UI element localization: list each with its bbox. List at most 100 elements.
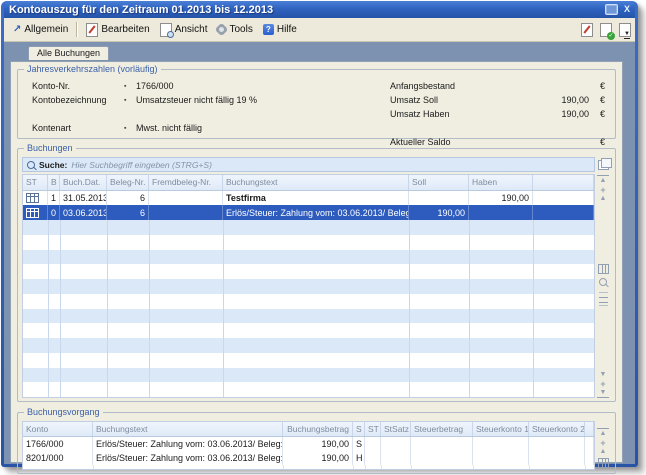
field-value: Umsatzsteuer nicht fällig 19 % [136,95,257,105]
summary-row-aktueller-saldo: Aktueller Saldo € [390,135,605,149]
export-button[interactable] [619,23,631,37]
field-value: 1766/000 [136,81,174,91]
cell-s: H [353,451,365,465]
cell-konto: 8201/000 [23,451,93,465]
cell-fremdbeleg [149,191,223,206]
bullet-icon: ▪ [124,97,136,104]
bookings-group-title: Buchungen [24,143,76,154]
arrow-ne-icon: ↗ [13,25,21,35]
empty-area [23,465,594,469]
col-header-buchungsbetrag[interactable]: Buchungsbetrag [283,422,353,436]
menu-bar: ↗ Allgemein Bearbeiten Ansicht Tools ? H… [4,18,635,42]
col-header-buchungstext[interactable]: Buchungstext [223,175,409,190]
grid-search-icon[interactable] [599,278,607,286]
transaction-row[interactable]: 1766/000 Erlös/Steuer: Zahlung vom: 03.0… [23,437,594,451]
tab-strip: Alle Buchungen [10,46,623,61]
col-header-steuerkonto1[interactable]: Steuerkonto 1 [473,422,529,436]
transaction-group-title: Buchungsvorgang [24,407,103,418]
col-header-buchdat[interactable]: Buch.Dat. [60,175,107,190]
menu-allgemein[interactable]: ↗ Allgemein [8,22,73,37]
window-titlebar[interactable]: Kontoauszug für den Zeitraum 01.2013 bis… [4,1,635,18]
field-value: Mwst. nicht fällig [136,123,202,133]
close-icon[interactable]: X [624,5,630,14]
summary-row-anfangsbestand: Anfangsbestand € [390,79,605,93]
help-icon: ? [263,24,274,35]
col-header-blank[interactable] [533,175,594,190]
col-header-st[interactable]: ST [23,175,48,190]
menu-ansicht[interactable]: Ansicht [155,21,213,39]
report-button[interactable] [581,23,593,37]
booking-row-selected[interactable]: 0 03.06.2013 6 Erlös/Steuer: Zahlung vom… [23,205,594,220]
confirm-button[interactable] [600,23,612,37]
cell-st [23,205,48,220]
transaction-row[interactable]: 8201/000 Erlös/Steuer: Zahlung vom: 03.0… [23,451,594,465]
last-row-icon[interactable]: ▼ [597,388,609,398]
window-content: Alle Buchungen Jahresverkehrszahlen (vor… [4,42,635,464]
cell-konto: 1766/000 [23,437,93,451]
field-label: Konto-Nr. [32,81,124,91]
col-header-steuerbetrag[interactable]: Steuerbetrag [411,422,473,436]
cell-stsatz [381,451,411,465]
col-header-stsatz[interactable]: StSatz [381,422,411,436]
col-header-st[interactable]: ST [365,422,381,436]
edit-document-icon [86,23,98,37]
restore-window-icon[interactable] [605,4,618,15]
menu-tools[interactable]: Tools [212,22,257,37]
col-header-b[interactable]: B [48,175,60,190]
grid-icon [26,208,39,218]
columns-icon[interactable] [598,458,609,468]
insert-row-icon[interactable]: + [597,185,609,194]
cell-steuerkonto2 [529,437,585,451]
menu-label: Bearbeiten [101,24,149,35]
cell-betrag: 190,00 [283,451,353,465]
col-header-konto[interactable]: Konto [23,422,93,436]
grid-tool-icon-a[interactable] [599,290,608,298]
summary-row-kontenart: Kontenart ▪ Mwst. nicht fällig [32,121,257,135]
col-header-blank[interactable] [585,422,594,436]
tab-alle-buchungen[interactable]: Alle Buchungen [28,46,109,60]
previous-row-icon[interactable]: ▲ [597,447,609,456]
document-export-icon [619,23,631,37]
copy-icon[interactable] [598,160,609,170]
bookings-group: Buchungen Suche: Hier Suchbegriff eingeb… [17,148,616,402]
view-magnifier-icon [160,23,172,37]
cell-date: 31.05.2013 [60,191,107,206]
currency-symbol: € [589,95,605,105]
search-label: Suche: [39,160,67,170]
next-row-icon[interactable]: ▼ [597,370,609,379]
summary-left: Konto-Nr. ▪ 1766/000 Kontobezeichnung ▪ … [32,79,257,149]
search-bar[interactable]: Suche: Hier Suchbegriff eingeben (STRG+S… [22,157,595,172]
first-row-icon[interactable]: ▲ [597,428,609,438]
col-header-steuerkonto2[interactable]: Steuerkonto 2 [529,422,585,436]
menu-bearbeiten[interactable]: Bearbeiten [81,21,154,39]
search-icon [27,161,35,169]
report-document-icon [581,23,593,37]
previous-row-icon[interactable]: ▲ [597,194,609,203]
app-window: Kontoauszug für den Zeitraum 01.2013 bis… [1,1,638,467]
col-header-soll[interactable]: Soll [409,175,469,190]
col-header-s[interactable]: S [353,422,365,436]
col-header-belegnr[interactable]: Beleg-Nr. [107,175,149,190]
menu-hilfe[interactable]: ? Hilfe [258,22,302,37]
transaction-table: Konto Buchungstext Buchungsbetrag S ST S… [22,421,595,470]
grid-tool-icon-b[interactable] [599,302,608,310]
columns-icon[interactable] [598,264,609,274]
summary-row-umsatz-haben: Umsatz Haben 190,00 € [390,107,605,121]
insert-row-icon[interactable]: + [597,438,609,447]
col-header-haben[interactable]: Haben [469,175,533,190]
search-placeholder: Hier Suchbegriff eingeben (STRG+S) [71,160,212,170]
cell-st [23,191,48,206]
currency-symbol: € [589,81,605,91]
transaction-table-header: Konto Buchungstext Buchungsbetrag S ST S… [23,422,594,437]
menu-label: Tools [229,24,252,35]
append-row-icon[interactable]: + [597,379,609,388]
col-header-buchungstext[interactable]: Buchungstext [93,422,283,436]
empty-row [23,323,594,338]
field-label: Aktueller Saldo [390,137,543,147]
cell-haben [469,205,533,220]
booking-row[interactable]: 1 31.05.2013 6 Testfirma 190,00 [23,191,594,206]
cell-s: S [353,437,365,451]
first-row-icon[interactable]: ▲ [597,175,609,185]
menu-label: Ansicht [175,24,208,35]
col-header-fremdbelegnr[interactable]: Fremdbeleg-Nr. [149,175,223,190]
